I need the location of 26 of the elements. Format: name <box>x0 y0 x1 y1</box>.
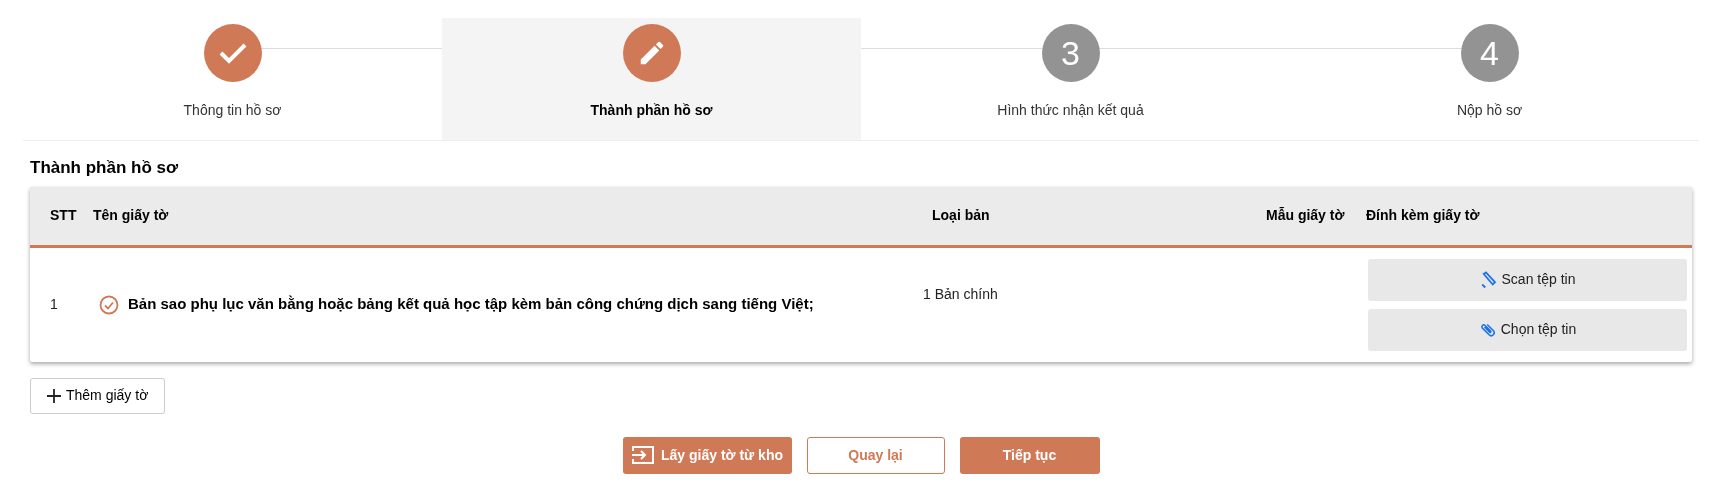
plus-icon <box>47 388 61 403</box>
column-header: Loại bản <box>932 207 990 223</box>
step-label: Nộp hồ sơ <box>1456 101 1523 120</box>
step-tab[interactable]: 4 Nộp hồ sơ <box>1280 18 1699 140</box>
column-header: Đính kèm giấy tờ <box>1366 207 1480 223</box>
document-name: Bản sao phụ lục văn bằng hoặc bảng kết quả học tập kèm bản công chứng dịch sang tiếng Việt; <box>128 294 814 315</box>
check-icon <box>217 41 248 65</box>
add-document-button[interactable]: Thêm giấy tờ <box>30 377 166 414</box>
step-label: Hình thức nhận kết quả <box>997 101 1144 120</box>
column-header: Mẫu giấy tờ <box>1266 207 1345 223</box>
table-cell: 1 <box>50 296 58 312</box>
step-tab[interactable]: Thành phần hồ sơ <box>442 18 861 140</box>
step-label: Thông tin hồ sơ <box>183 101 282 120</box>
import-icon <box>631 445 655 465</box>
scan-file-button[interactable]: Scan tệp tin <box>1368 258 1687 301</box>
pen-icon <box>1479 270 1498 289</box>
column-header: Tên giấy tờ <box>93 207 169 223</box>
step-tab[interactable]: Thông tin hồ sơ <box>23 18 442 140</box>
section-title: Thành phần hồ sơ <box>30 157 180 179</box>
step-tab[interactable]: 3 Hình thức nhận kết quả <box>861 18 1280 140</box>
step-number: 3 <box>1041 24 1100 82</box>
column-header: STT <box>50 207 77 223</box>
choose-file-button[interactable]: Chọn tệp tin <box>1368 308 1687 351</box>
table-cell: 1 Bản chính <box>923 286 998 302</box>
step-number: 4 <box>1460 24 1519 82</box>
step-label: Thành phần hồ sơ <box>590 101 713 120</box>
